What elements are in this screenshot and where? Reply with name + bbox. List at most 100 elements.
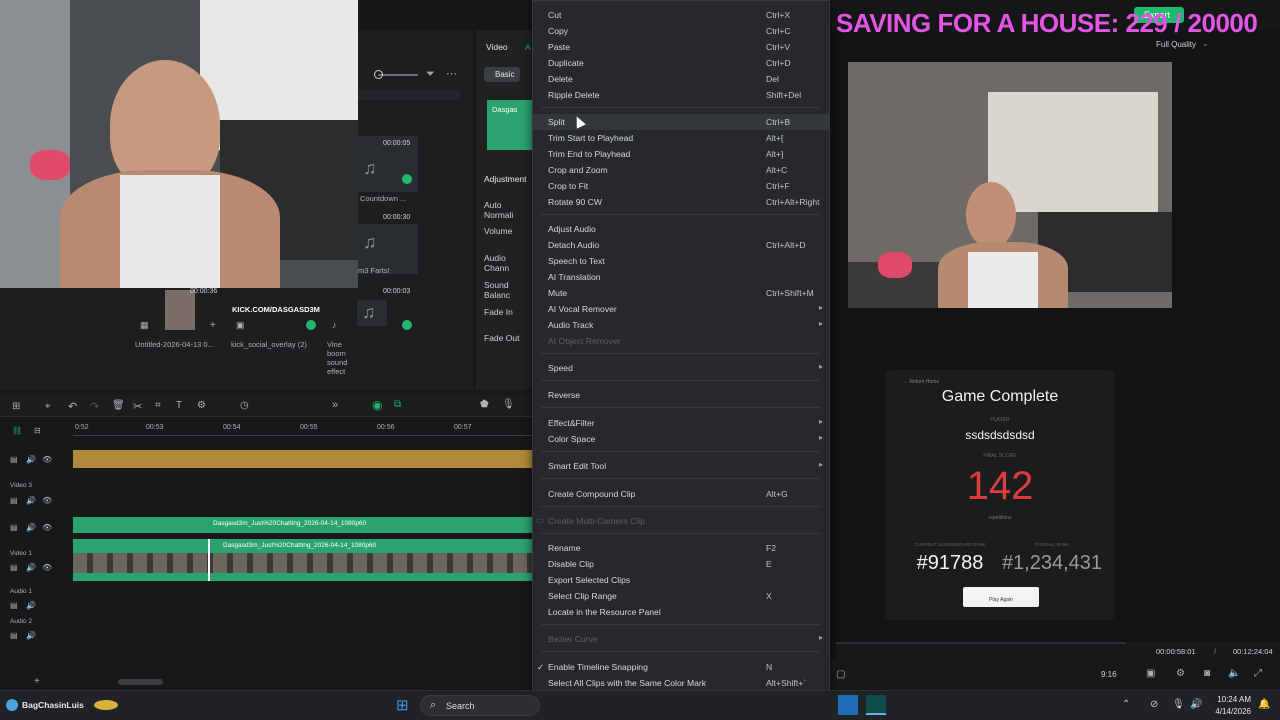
menu-item-rename[interactable]: Rename F2: [533, 540, 829, 556]
menu-item-select-range[interactable]: Select Clip Range X: [533, 588, 829, 604]
timeline-icon[interactable]: ▦: [140, 320, 149, 331]
delete-icon[interactable]: 🗑: [112, 400, 125, 411]
menu-item-effect-filter[interactable]: Effect&Filter ▸: [533, 415, 829, 431]
video-clip-upper[interactable]: Dasgasd3m_Just%20Chatting_2026-04-14_108…: [73, 517, 532, 533]
menu-item-export-selected[interactable]: Export Selected Clips: [533, 572, 829, 588]
overall-rank: #1,234,431: [1001, 552, 1103, 574]
menu-item-select-same-color[interactable]: Select All Clips with the Same Color Mar…: [533, 675, 829, 691]
speaker-icon[interactable]: 🔊: [26, 523, 36, 532]
media-thumb-untitled[interactable]: [165, 290, 195, 330]
volume-icon[interactable]: 🔊: [1190, 699, 1202, 710]
tab-video[interactable]: Video: [486, 42, 508, 52]
menu-item-delete[interactable]: Delete Del: [533, 71, 829, 87]
menu-item-trim-start[interactable]: Trim Start to Playhead Alt+[: [533, 130, 829, 146]
media-thumb-vineboom[interactable]: ♫: [357, 300, 387, 326]
menu-item-compound-clip[interactable]: Create Compound Clip Alt+G: [533, 486, 829, 502]
speaker-icon[interactable]: 🔊: [26, 455, 36, 464]
text-icon[interactable]: T: [176, 400, 182, 411]
speaker-icon[interactable]: 🔊: [26, 563, 36, 572]
mic-icon[interactable]: 🎙: [1172, 699, 1185, 710]
render-icon[interactable]: ▣: [1146, 668, 1155, 679]
menu-item-locate-resource[interactable]: Locate in the Resource Panel: [533, 604, 829, 620]
tab-audio[interactable]: A: [525, 42, 531, 52]
speaker-icon[interactable]: 🔊: [26, 601, 36, 610]
menu-item-timeline-snapping[interactable]: ✓ Enable Timeline Snapping N: [533, 659, 829, 675]
volume-icon[interactable]: 🔈: [1228, 668, 1240, 679]
menu-item-mute[interactable]: Mute Ctrl+Shift+M: [533, 285, 829, 301]
expand-icon[interactable]: ⤢: [1254, 668, 1262, 679]
eye-icon[interactable]: 👁: [42, 523, 52, 532]
menu-item-disable-clip[interactable]: Disable Clip E: [533, 556, 829, 572]
menu-item-smart-edit[interactable]: Smart Edit Tool ▸: [533, 458, 829, 474]
add-icon[interactable]: +: [34, 676, 40, 687]
aspect-ratio-select[interactable]: 9:16: [1101, 670, 1117, 679]
snap-toggle-icon[interactable]: ◉: [372, 398, 382, 412]
add-track-icon[interactable]: ⊟: [34, 426, 41, 435]
search-box[interactable]: ⌕ Search: [420, 695, 540, 716]
menu-item-trim-end[interactable]: Trim End to Playhead Alt+]: [533, 146, 829, 162]
app-icon[interactable]: [838, 695, 858, 715]
menu-label: Detach Audio: [548, 240, 600, 250]
grid-icon[interactable]: ⊞: [12, 401, 20, 412]
menu-item-ai-translation[interactable]: AI Translation: [533, 269, 829, 285]
snapshot-icon[interactable]: ◙: [1204, 668, 1210, 679]
menu-item-crop-zoom[interactable]: Crop and Zoom Alt+C: [533, 162, 829, 178]
menu-item-speed[interactable]: Speed ▸: [533, 360, 829, 376]
menu-item-speech-to-text[interactable]: Speech to Text: [533, 253, 829, 269]
menu-item-duplicate[interactable]: Duplicate Ctrl+D: [533, 55, 829, 71]
menu-item-adjust-audio[interactable]: Adjust Audio: [533, 221, 829, 237]
menu-item-ai-vocal-remover[interactable]: AI Vocal Remover ▸: [533, 301, 829, 317]
scissors-icon[interactable]: ✂: [133, 400, 142, 413]
windows-start-icon[interactable]: ⊞: [396, 696, 409, 714]
menu-item-rotate[interactable]: Rotate 90 CW Ctrl+Alt+Right: [533, 194, 829, 210]
menu-label: Cut: [548, 10, 562, 20]
notification-icon[interactable]: 🔔: [1258, 699, 1270, 710]
app-icon-filmora[interactable]: [866, 695, 886, 715]
tab-basic[interactable]: Basic: [484, 67, 520, 82]
menu-item-paste[interactable]: Paste Ctrl+V: [533, 39, 829, 55]
link-icon[interactable]: ⧉: [394, 399, 401, 410]
filter-icon[interactable]: ⏷: [426, 68, 435, 81]
play-again-button[interactable]: Play Again: [963, 587, 1039, 607]
crop-icon[interactable]: ⌗: [155, 400, 161, 411]
network-icon[interactable]: ⊘: [1150, 699, 1158, 710]
fullscreen-icon[interactable]: ▢: [836, 669, 845, 680]
eye-icon[interactable]: 👁: [42, 496, 52, 505]
menu-item-audio-track[interactable]: Audio Track ▸: [533, 317, 829, 333]
redo-icon[interactable]: ↷: [90, 400, 99, 413]
image-icon[interactable]: ▣: [236, 320, 245, 331]
quality-select[interactable]: Full Quality: [1156, 40, 1196, 49]
add-icon[interactable]: +: [210, 320, 216, 331]
menu-item-detach-audio[interactable]: Detach Audio Ctrl+Alt+D: [533, 237, 829, 253]
overlay-clip[interactable]: [73, 450, 532, 468]
menu-item-cut[interactable]: Cut Ctrl+X: [533, 7, 829, 23]
settings-icon[interactable]: ⚙: [1176, 668, 1185, 679]
ruler-mark: 0:52: [75, 424, 89, 431]
window-blinds: [988, 92, 1158, 212]
menu-item-copy[interactable]: Copy Ctrl+C: [533, 23, 829, 39]
menu-item-crop-fit[interactable]: Crop to Fit Ctrl+F: [533, 178, 829, 194]
more-tools-icon[interactable]: »: [332, 399, 338, 411]
speaker-icon[interactable]: 🔊: [26, 631, 36, 640]
undo-icon[interactable]: ↶: [68, 400, 77, 413]
progress-track[interactable]: [836, 642, 1126, 644]
menu-item-ripple-delete[interactable]: Ripple Delete Shift+Del: [533, 87, 829, 103]
slider-handle[interactable]: [374, 70, 383, 79]
return-home-link[interactable]: ← Return Home: [903, 379, 939, 385]
speaker-icon[interactable]: 🔊: [26, 496, 36, 505]
eye-icon[interactable]: 👁: [42, 563, 52, 572]
menu-item-color-space[interactable]: Color Space ▸: [533, 431, 829, 447]
video-clip-main[interactable]: Dasgasd3m_Just%20Chatting_2026-04-14_108…: [73, 539, 532, 581]
ai-tool-icon[interactable]: ⚙: [197, 400, 206, 411]
menu-item-reverse[interactable]: Reverse: [533, 387, 829, 403]
chevron-up-icon[interactable]: ⌃: [1122, 699, 1130, 710]
more-icon[interactable]: ⋯: [446, 67, 457, 80]
timeline-scrollbar[interactable]: [118, 679, 163, 685]
zoom-slider[interactable]: [378, 74, 418, 76]
link-track-icon[interactable]: ⛓: [12, 426, 22, 435]
select-tool-icon[interactable]: ⌖: [45, 401, 51, 412]
timer-icon[interactable]: ◷: [240, 400, 249, 411]
eye-icon[interactable]: 👁: [42, 455, 52, 464]
mic-icon[interactable]: 🎙: [502, 399, 515, 410]
marker-icon[interactable]: ⬟: [480, 399, 489, 410]
